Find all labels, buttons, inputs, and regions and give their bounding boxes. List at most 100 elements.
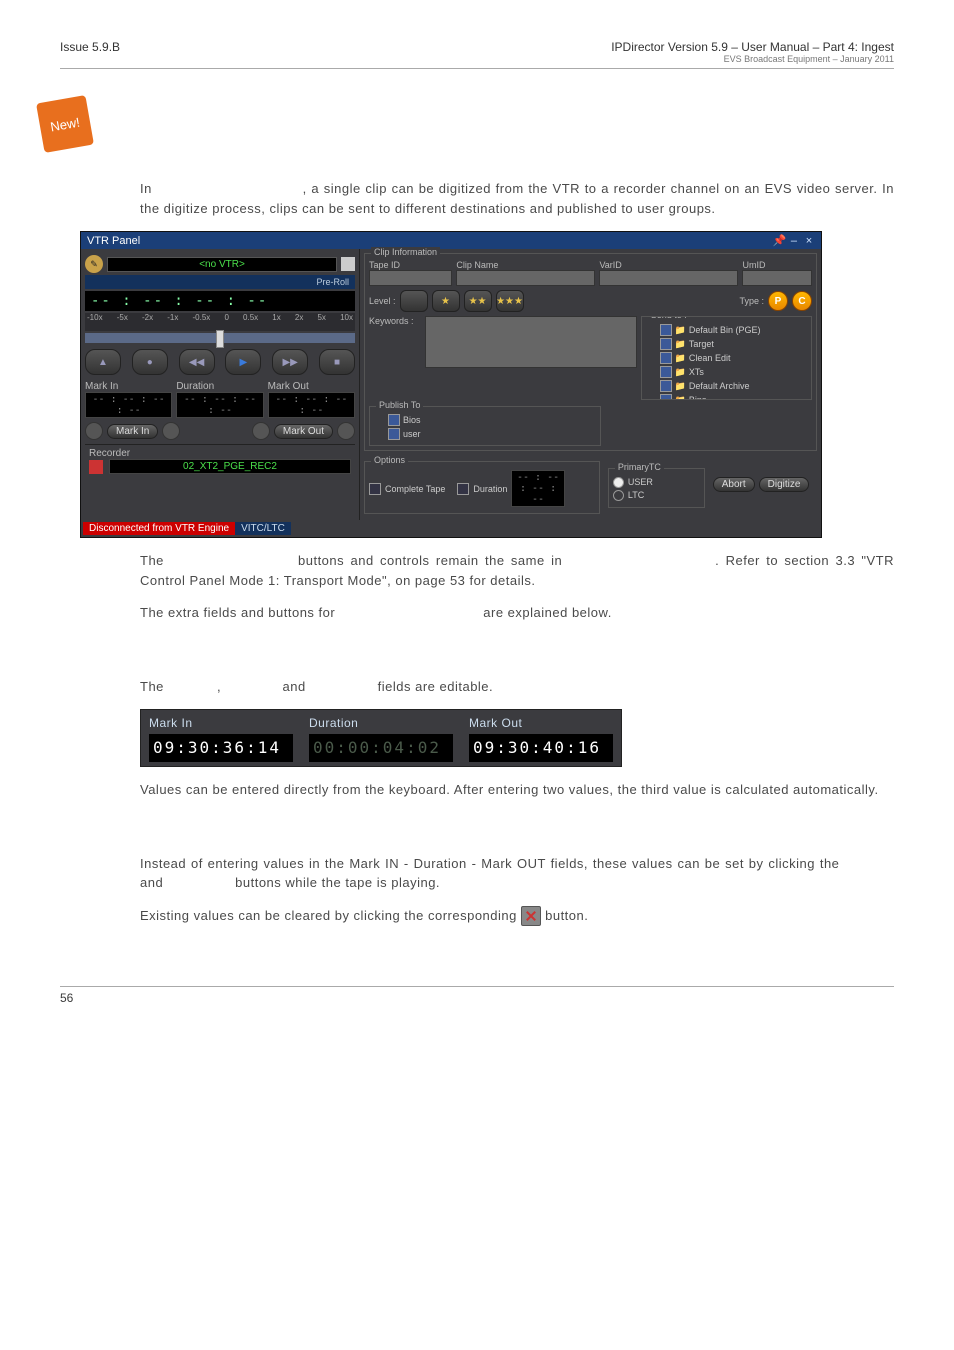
du-label: Duration [309,714,453,732]
level-label: Level : [369,296,396,306]
clear-in-button[interactable] [162,422,180,440]
preroll-label: Pre-Roll [85,275,355,289]
sendto-group: Send to : 📁Default Bin (PGE) 📁Target 📁Cl… [641,316,812,400]
publish-item[interactable]: user [374,427,596,441]
type-c-button[interactable]: C [792,291,812,311]
doc-title-sub: EVS Broadcast Equipment – January 2011 [611,54,894,64]
doc-title-main: IPDirector Version 5.9 – User Manual – P… [611,40,894,54]
pin-icon[interactable]: 📌 [773,234,785,247]
ltc-radio-label: LTC [628,490,644,500]
clipname-input[interactable] [456,270,595,286]
play-button[interactable]: ▶ [225,349,261,375]
clip-info-group: Clip Information Tape ID Clip Name VarID… [364,253,817,451]
doc-title: IPDirector Version 5.9 – User Manual – P… [611,40,894,64]
du-value: 00:00:04:02 [309,734,453,762]
issue-label: Issue 5.9.B [60,40,120,64]
vtr-panel: VTR Panel 📌 – × ✎ <no VTR> Pre-Roll -- :… [80,231,822,538]
markin-button[interactable]: Mark In [107,424,158,439]
tapeid-input[interactable] [369,270,452,286]
level-blank[interactable] [400,290,428,312]
umid-label: UmID [742,260,812,270]
tree-item[interactable]: 📁Bins [646,393,807,400]
user-radio-label: USER [628,477,653,487]
mo-label: Mark Out [469,714,613,732]
minimize-icon[interactable]: – [788,235,800,247]
rewind-button[interactable]: ◀◀ [179,349,215,375]
stop-button[interactable]: ■ [319,349,355,375]
vtr-select[interactable]: <no VTR> [107,257,337,272]
markin-field[interactable]: -- : -- : -- : -- [85,392,172,418]
speed-ruler: -10x-5x-2x-1x-0.5x00.5x1x2x5x10x [85,313,355,331]
options-legend: Options [371,455,408,465]
ltc-radio[interactable] [613,490,624,501]
picker-icon[interactable] [341,257,355,271]
level-3star[interactable]: ★★★ [496,290,524,312]
duration-check[interactable] [457,483,469,495]
level-2star[interactable]: ★★ [464,290,492,312]
abort-button[interactable]: Abort [713,477,755,492]
tree-item[interactable]: 📁Default Archive [646,379,807,393]
tree-item[interactable]: 📁Clean Edit [646,351,807,365]
new-badge: New! [36,95,94,153]
status-bar: Disconnected from VTR Engine [83,522,235,535]
page-header: Issue 5.9.B IPDirector Version 5.9 – Use… [60,40,894,69]
mode-icon[interactable]: ✎ [85,255,103,273]
mo-value: 09:30:40:16 [469,734,613,762]
shuttle-slider[interactable] [85,333,355,343]
page-number: 56 [60,991,73,1005]
clear-out-button[interactable] [252,422,270,440]
recorder-label: Recorder [89,448,351,459]
eject-button[interactable]: ▲ [85,349,121,375]
markout-label: Mark Out [268,381,355,392]
duration-label: Duration [176,381,263,392]
keywords-input[interactable] [425,316,637,368]
user-radio[interactable] [613,477,624,488]
clipinfo-legend: Clip Information [371,247,440,257]
complete-tape-check[interactable] [369,483,381,495]
markout-field[interactable]: -- : -- : -- : -- [268,392,355,418]
mi-label: Mark In [149,714,293,732]
umid-input[interactable] [742,270,812,286]
tree-item[interactable]: 📁Default Bin (PGE) [646,323,807,337]
publish-item[interactable]: Bios [374,413,596,427]
goto-out-button[interactable] [337,422,355,440]
sub-heading-a: MARK IN – DURATION – MARK OUT FIELDS [140,643,894,664]
recorder-field[interactable]: 02_XT2_PGE_REC2 [109,459,351,474]
ffwd-button[interactable]: ▶▶ [272,349,308,375]
keywords-label: Keywords : [369,316,421,326]
tree-item[interactable]: 📁Target [646,337,807,351]
level-1star[interactable]: ★ [432,290,460,312]
opt-duration-field[interactable]: -- : -- : -- : -- [511,470,564,507]
sendto-legend: Send to : [648,316,690,320]
recorder-picker[interactable] [89,460,103,474]
para-editable: The Mark IN, Duration and Mark OUT field… [140,677,894,697]
clipname-label: Clip Name [456,260,595,270]
close-icon[interactable]: × [803,235,815,247]
markinout-image: Mark In 09:30:36:14 Duration 00:00:04:02 M… [140,709,622,767]
complete-tape-label: Complete Tape [385,484,445,494]
main-timecode: -- : -- : -- : -- [85,291,355,311]
options-group: Options Complete Tape Duration -- : -- :… [364,461,600,514]
clear-icon [521,906,541,926]
record-button[interactable]: ● [132,349,168,375]
tapeid-label: Tape ID [369,260,452,270]
varid-label: VarID [599,260,738,270]
intro-paragraph: In Mode 2: Digitize Mode , a single clip… [140,179,894,218]
publish-legend: Publish To [376,400,423,410]
markin-label: Mark In [85,381,172,392]
varid-input[interactable] [599,270,738,286]
digitize-button[interactable]: Digitize [759,477,810,492]
mi-value: 09:30:36:14 [149,734,293,762]
tree-item[interactable]: 📁XTs [646,365,807,379]
para-vtr-control: The VTR Control Panel buttons and contro… [140,551,894,590]
goto-in-button[interactable] [85,422,103,440]
type-p-button[interactable]: P [768,291,788,311]
shuttle-thumb[interactable] [216,330,224,348]
sub-heading-b: MARK IN AND MARK OUT BUTTONS [140,820,894,841]
vtr-title-text: VTR Panel [87,235,140,247]
page-footer: 56 [60,986,894,1005]
primarytc-group: PrimaryTC USER LTC [608,468,705,508]
duration-field[interactable]: -- : -- : -- : -- [176,392,263,418]
markout-button[interactable]: Mark Out [274,424,333,439]
para-values: Values can be entered directly from the … [140,780,894,800]
